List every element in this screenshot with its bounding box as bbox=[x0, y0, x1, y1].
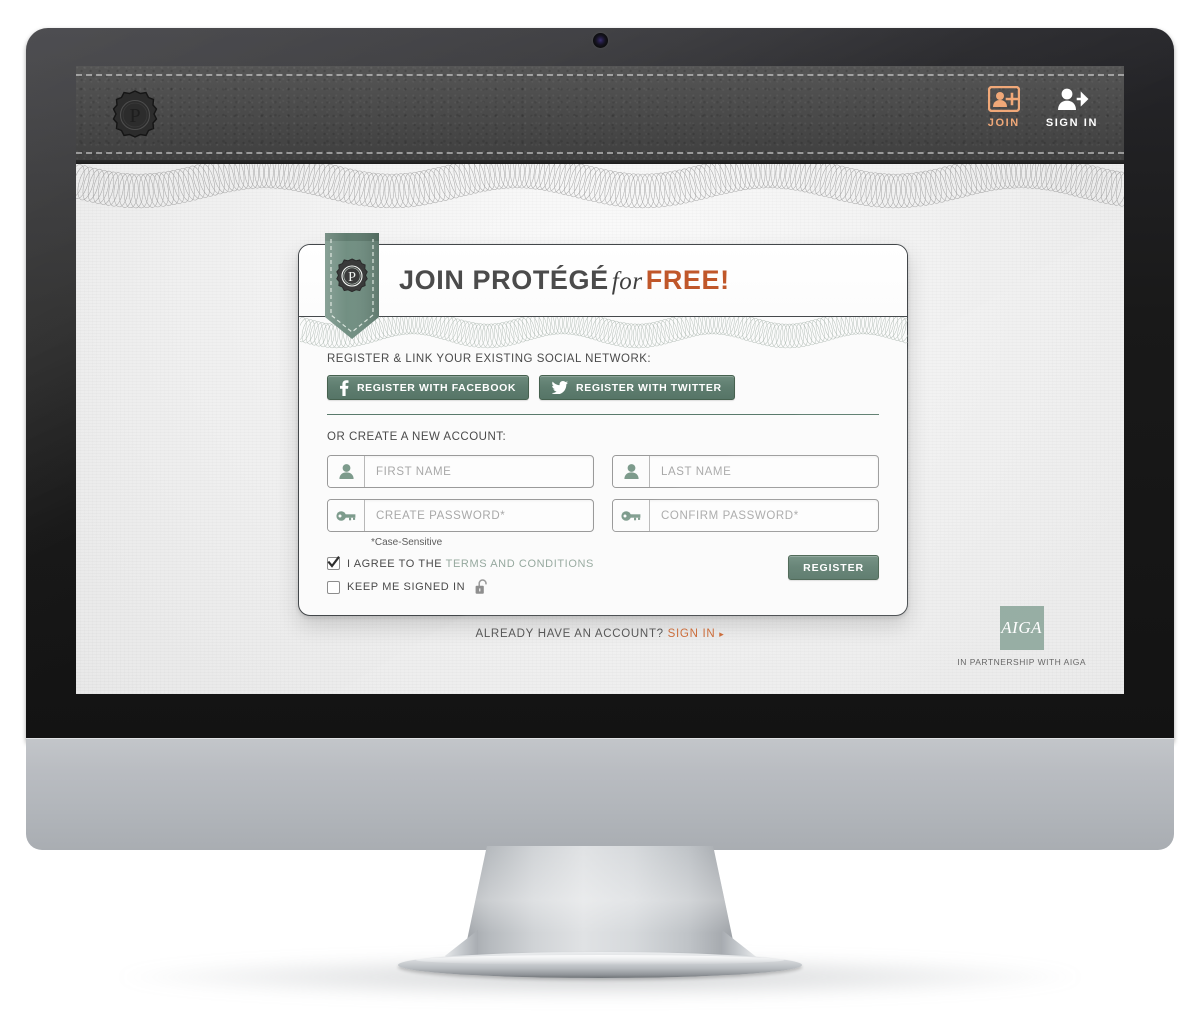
field-first-name[interactable] bbox=[327, 455, 594, 488]
register-submit-button[interactable]: REGISTER bbox=[788, 555, 879, 580]
key-icon bbox=[613, 500, 650, 531]
sign-in-user-arrow-icon bbox=[1057, 88, 1089, 110]
create-account-label: OR CREATE A NEW ACCOUNT: bbox=[327, 431, 507, 443]
confirm-password-input[interactable] bbox=[650, 500, 878, 531]
case-sensitive-note: *Case-Sensitive bbox=[371, 537, 443, 548]
person-icon bbox=[328, 456, 365, 487]
card-body: REGISTER & LINK YOUR EXISTING SOCIAL NET… bbox=[299, 317, 907, 595]
stitch-line-bottom bbox=[76, 152, 1124, 154]
create-password-input[interactable] bbox=[365, 500, 593, 531]
register-with-twitter-button[interactable]: REGISTER WITH TWITTER bbox=[539, 375, 735, 400]
top-navigation-bar: P JOIN SIGN IN bbox=[76, 66, 1124, 164]
screenshot-root: P JOIN SIGN IN JOIN PROTÉGÉ for FREE! P … bbox=[0, 0, 1200, 1024]
card-title-free: FREE! bbox=[645, 265, 730, 295]
nav-item-join[interactable]: JOIN bbox=[988, 86, 1020, 129]
navbar-bottom-edge bbox=[76, 160, 1124, 164]
nav-item-signin[interactable]: SIGN IN bbox=[1046, 86, 1098, 129]
add-user-icon bbox=[987, 86, 1020, 112]
signup-fields-grid bbox=[327, 455, 879, 532]
social-section-label: REGISTER & LINK YOUR EXISTING SOCIAL NET… bbox=[327, 353, 652, 365]
twitter-button-label: REGISTER WITH TWITTER bbox=[576, 381, 722, 394]
agree-terms-label: I AGREE TO THE TERMS AND CONDITIONS bbox=[347, 558, 594, 570]
keep-signed-in-row[interactable]: KEEP ME SIGNED IN bbox=[327, 579, 879, 595]
facebook-icon bbox=[340, 379, 349, 396]
consent-options: I AGREE TO THE TERMS AND CONDITIONS KEEP… bbox=[327, 555, 879, 595]
ribbon-badge: P bbox=[325, 233, 379, 339]
nav-label-join: JOIN bbox=[987, 117, 1020, 129]
ribbon-letter: P bbox=[348, 270, 356, 285]
facebook-button-label: REGISTER WITH FACEBOOK bbox=[357, 381, 517, 394]
guilloche-pattern-band bbox=[76, 164, 1124, 209]
open-padlock-icon bbox=[475, 579, 487, 594]
already-text: ALREADY HAVE AN ACCOUNT? bbox=[475, 628, 664, 640]
site-logo[interactable]: P bbox=[109, 89, 161, 141]
card-header: JOIN PROTÉGÉ for FREE! bbox=[299, 245, 907, 317]
card-title-join: JOIN PROTÉGÉ bbox=[399, 265, 609, 295]
svg-text:P: P bbox=[129, 105, 140, 127]
agree-terms-checkbox[interactable] bbox=[327, 556, 340, 570]
nav-actions: JOIN SIGN IN bbox=[988, 86, 1098, 129]
field-create-password[interactable] bbox=[327, 499, 594, 532]
arrow-right-icon: ▸ bbox=[719, 629, 725, 639]
key-icon bbox=[328, 500, 365, 531]
agree-prefix-text: I AGREE TO THE bbox=[347, 557, 446, 570]
protege-badge-icon: P bbox=[112, 90, 158, 138]
keep-signed-in-checkbox[interactable] bbox=[327, 580, 340, 594]
aiga-caption: IN PARTNERSHIP WITH AIGA bbox=[957, 657, 1086, 667]
keep-signed-in-label: KEEP ME SIGNED IN bbox=[347, 581, 466, 593]
social-buttons-row: REGISTER WITH FACEBOOK REGISTER WITH TWI… bbox=[327, 375, 879, 400]
monitor-stand-neck bbox=[462, 846, 738, 964]
monitor-chin bbox=[26, 738, 1174, 850]
register-with-facebook-button[interactable]: REGISTER WITH FACEBOOK bbox=[327, 375, 530, 400]
screen-viewport: P JOIN SIGN IN JOIN PROTÉGÉ for FREE! P … bbox=[76, 66, 1124, 694]
aiga-partnership-badge: AIGA IN PARTNERSHIP WITH AIGA bbox=[957, 606, 1086, 667]
footer-sign-in-link[interactable]: SIGN IN bbox=[668, 628, 716, 640]
field-confirm-password[interactable] bbox=[612, 499, 879, 532]
last-name-input[interactable] bbox=[650, 456, 878, 487]
first-name-input[interactable] bbox=[365, 456, 593, 487]
card-title-for: for bbox=[611, 268, 643, 295]
twitter-icon bbox=[552, 381, 569, 394]
field-last-name[interactable] bbox=[612, 455, 879, 488]
stand-base-highlight bbox=[416, 955, 784, 965]
person-icon bbox=[613, 456, 650, 487]
section-divider bbox=[327, 414, 879, 415]
aiga-logo: AIGA bbox=[999, 606, 1044, 650]
card-title: JOIN PROTÉGÉ for FREE! bbox=[399, 265, 730, 296]
webcam-icon bbox=[593, 33, 608, 48]
nav-label-signin: SIGN IN bbox=[1045, 117, 1098, 129]
stitch-line-top bbox=[76, 74, 1124, 76]
registration-card: JOIN PROTÉGÉ for FREE! P REGISTER & LINK… bbox=[298, 233, 908, 616]
terms-and-conditions-link[interactable]: TERMS AND CONDITIONS bbox=[446, 558, 594, 570]
